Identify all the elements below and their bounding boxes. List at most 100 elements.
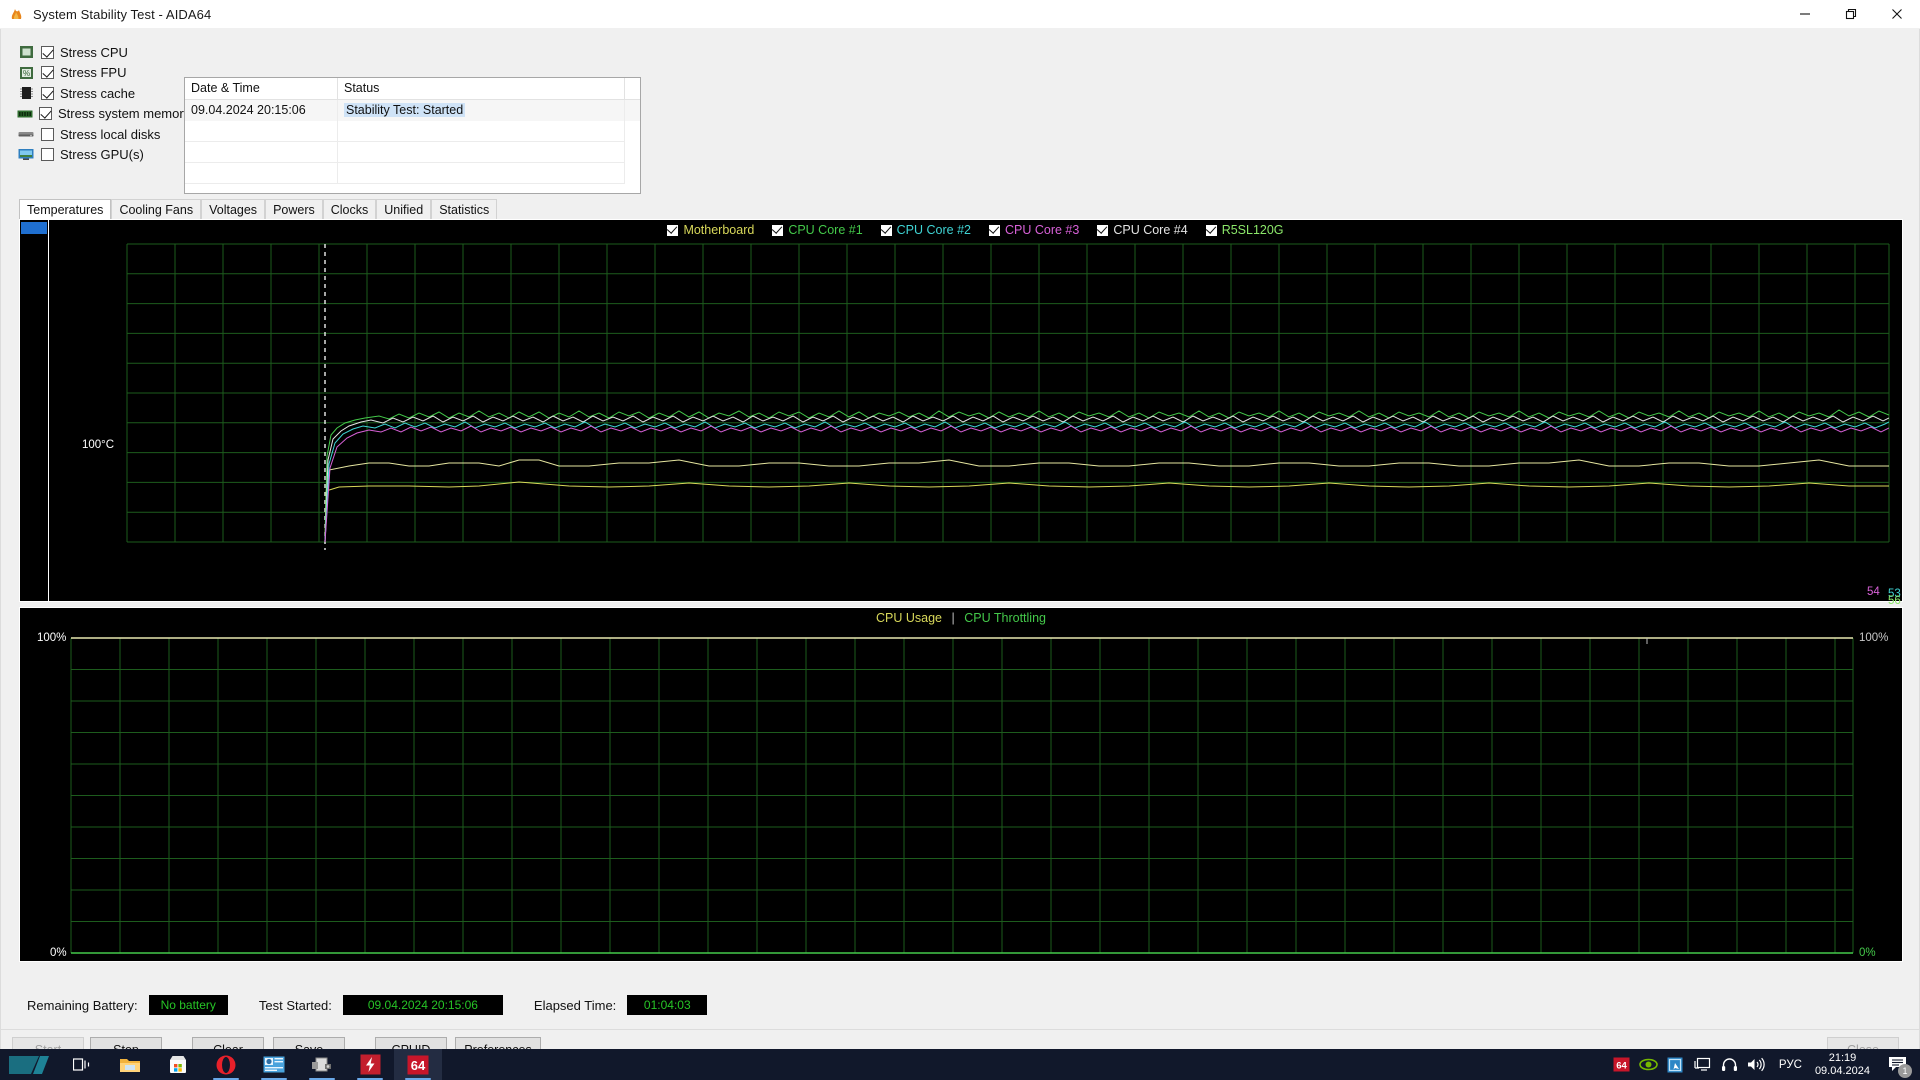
stress-option-disks[interactable]: Stress local disks xyxy=(17,124,182,145)
tab-powers[interactable]: Powers xyxy=(265,199,323,220)
legend-item-r5sl120g[interactable]: R5SL120G xyxy=(1205,223,1284,237)
stress-disks-label: Stress local disks xyxy=(60,126,161,142)
stress-option-gpu[interactable]: Stress GPU(s) xyxy=(17,145,182,166)
tab-cooling-fans[interactable]: Cooling Fans xyxy=(111,199,202,220)
test-started-label: Test Started: xyxy=(258,997,332,1013)
stress-fpu-checkbox[interactable] xyxy=(41,66,54,80)
title-bar: System Stability Test - AIDA64 xyxy=(0,0,1920,29)
stress-cpu-label: Stress CPU xyxy=(60,44,128,60)
legend-item-motherboard[interactable]: Motherboard xyxy=(667,223,754,237)
table-row[interactable]: 09.04.2024 20:15:06 Stability Test: Star… xyxy=(185,100,640,121)
headphones-tray-icon[interactable] xyxy=(1716,1049,1743,1080)
stress-cpu-checkbox[interactable] xyxy=(41,45,54,59)
blue-app-icon[interactable] xyxy=(250,1049,298,1080)
log-cell-status: Stability Test: Started xyxy=(344,103,466,117)
cpu-usage-legend-label[interactable]: CPU Usage xyxy=(876,611,942,625)
series-core3 xyxy=(324,425,1889,542)
legend-checkbox-r5sl120g[interactable] xyxy=(1205,224,1217,236)
log-header-row: Date & Time Status xyxy=(185,78,640,100)
memory-module-icon xyxy=(17,106,33,122)
svg-text:64: 64 xyxy=(1616,1061,1627,1072)
status-bar: Remaining Battery: No battery Test Start… xyxy=(1,989,1920,1021)
legend-label-r5sl120g: R5SL120G xyxy=(1221,223,1284,237)
minimize-icon[interactable] xyxy=(1782,0,1828,29)
series-core1 xyxy=(324,409,1889,542)
display-tray-icon[interactable] xyxy=(1689,1049,1716,1080)
elapsed-time-label: Elapsed Time: xyxy=(533,997,617,1013)
tab-voltages[interactable]: Voltages xyxy=(201,199,266,220)
stress-option-memory[interactable]: Stress system memory xyxy=(17,104,190,125)
maximize-icon[interactable] xyxy=(1828,0,1874,29)
legend-checkbox-core2[interactable] xyxy=(880,224,892,236)
tab-clocks[interactable]: Clocks xyxy=(322,199,377,220)
notifications-icon[interactable]: 1 xyxy=(1880,1049,1914,1080)
file-explorer-icon[interactable] xyxy=(106,1049,154,1080)
remaining-battery-value: No battery xyxy=(148,995,228,1015)
window-controls xyxy=(1782,0,1920,29)
stress-fpu-label: Stress FPU xyxy=(60,65,127,81)
series-core4 xyxy=(324,415,1889,542)
start-windows-icon[interactable] xyxy=(0,1049,58,1080)
stress-option-cpu[interactable]: Stress CPU xyxy=(17,42,182,63)
legend-item-core4[interactable]: CPU Core #4 xyxy=(1097,223,1188,237)
legend-label-motherboard: Motherboard xyxy=(683,223,755,237)
cpu-usage-chart-title: CPU Usage | CPU Throttling xyxy=(20,611,1902,625)
nvidia-tray-icon[interactable] xyxy=(1635,1049,1662,1080)
legend-label-core3: CPU Core #3 xyxy=(1005,223,1080,237)
volume-tray-icon[interactable] xyxy=(1743,1049,1770,1080)
log-column-datetime[interactable]: Date & Time xyxy=(185,78,338,100)
close-icon[interactable] xyxy=(1874,0,1920,29)
red-lightning-app-icon[interactable] xyxy=(346,1049,394,1080)
stress-option-fpu[interactable]: % Stress FPU xyxy=(17,63,182,84)
notification-count-badge: 1 xyxy=(1898,1064,1912,1078)
legend-item-core2[interactable]: CPU Core #2 xyxy=(880,223,971,237)
printer-app-icon[interactable] xyxy=(298,1049,346,1080)
system-tray: 64 РУС 21:19 09.04.2024 1 xyxy=(1608,1049,1920,1080)
stress-memory-checkbox[interactable] xyxy=(39,107,52,121)
tab-temperatures[interactable]: Temperatures xyxy=(19,199,112,220)
language-indicator[interactable]: РУС xyxy=(1779,1059,1802,1071)
gpu-monitor-icon xyxy=(17,147,35,163)
aida64-tray-icon[interactable]: 64 xyxy=(1608,1049,1635,1080)
cache-chip-icon xyxy=(17,85,35,101)
cpu-usage-chart-panel: CPU Usage | CPU Throttling 100% 0% 100% … xyxy=(19,607,1903,962)
table-row[interactable] xyxy=(185,142,640,163)
temperature-scrollbar[interactable] xyxy=(20,220,49,601)
aida64-app-icon[interactable]: 64 xyxy=(394,1049,442,1080)
opera-browser-icon[interactable] xyxy=(202,1049,250,1080)
tab-statistics[interactable]: Statistics xyxy=(431,199,498,220)
stress-memory-label: Stress system memory xyxy=(58,106,191,122)
temperatures-plot xyxy=(126,243,1890,550)
taskbar-clock[interactable]: 21:19 09.04.2024 xyxy=(1815,1052,1870,1078)
legend-item-core1[interactable]: CPU Core #1 xyxy=(772,223,863,237)
legend-checkbox-motherboard[interactable] xyxy=(667,224,679,236)
table-row[interactable] xyxy=(185,121,640,142)
stress-option-cache[interactable]: Stress cache xyxy=(17,83,182,104)
stress-cache-label: Stress cache xyxy=(60,85,136,101)
legend-label-core2: CPU Core #2 xyxy=(896,223,971,237)
table-row[interactable] xyxy=(185,163,640,184)
window-title: System Stability Test - AIDA64 xyxy=(33,6,212,22)
log-column-status[interactable]: Status xyxy=(338,78,625,100)
svg-text:64: 64 xyxy=(411,1058,426,1073)
legend-checkbox-core1[interactable] xyxy=(772,224,784,236)
event-log-table[interactable]: Date & Time Status 09.04.2024 20:15:06 S… xyxy=(184,77,641,194)
temperature-legend: Motherboard CPU Core #1 CPU Core #2 CPU … xyxy=(20,223,1902,237)
tab-unified[interactable]: Unified xyxy=(376,199,432,220)
clock-time: 21:19 xyxy=(1828,1051,1857,1064)
client-area: Stress CPU % Stress FPU Stress cache Str… xyxy=(0,29,1920,1063)
blue-tray-icon[interactable] xyxy=(1662,1049,1689,1080)
task-view-icon[interactable] xyxy=(58,1049,106,1080)
test-started-value: 09.04.2024 20:15:06 xyxy=(342,995,503,1015)
stress-gpu-checkbox[interactable] xyxy=(41,148,54,162)
legend-label-core4: CPU Core #4 xyxy=(1113,223,1188,237)
legend-item-core3[interactable]: CPU Core #3 xyxy=(989,223,1079,237)
stress-disks-checkbox[interactable] xyxy=(41,127,54,141)
stress-gpu-label: Stress GPU(s) xyxy=(60,147,144,163)
stress-options-list: Stress CPU % Stress FPU Stress cache Str… xyxy=(17,42,190,166)
legend-checkbox-core3[interactable] xyxy=(989,224,1000,236)
microsoft-store-icon[interactable] xyxy=(154,1049,202,1080)
legend-checkbox-core4[interactable] xyxy=(1097,224,1109,236)
stress-cache-checkbox[interactable] xyxy=(41,86,54,100)
cpu-throttling-legend-label[interactable]: CPU Throttling xyxy=(964,611,1046,625)
